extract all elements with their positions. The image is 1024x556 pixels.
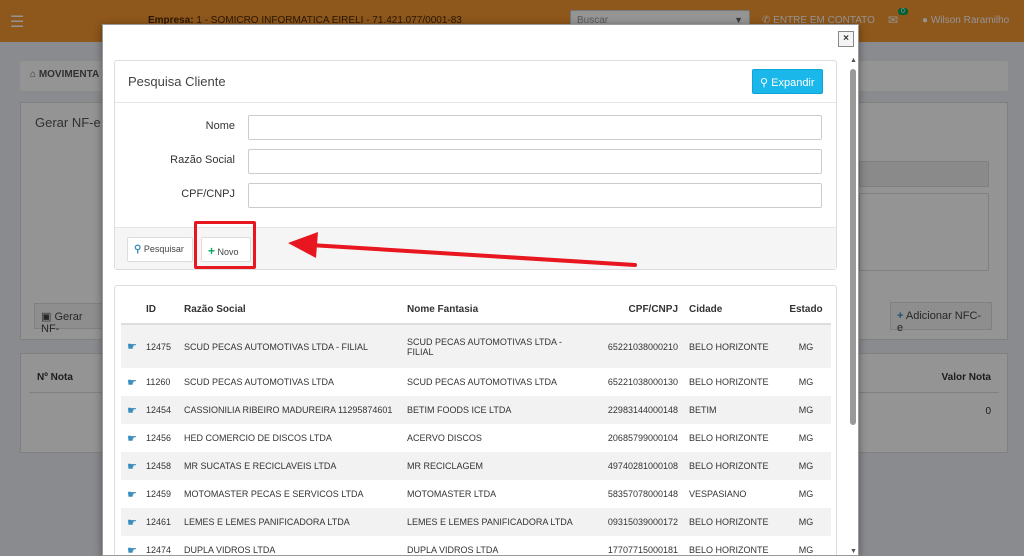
annotation-arrow-icon <box>288 232 637 267</box>
